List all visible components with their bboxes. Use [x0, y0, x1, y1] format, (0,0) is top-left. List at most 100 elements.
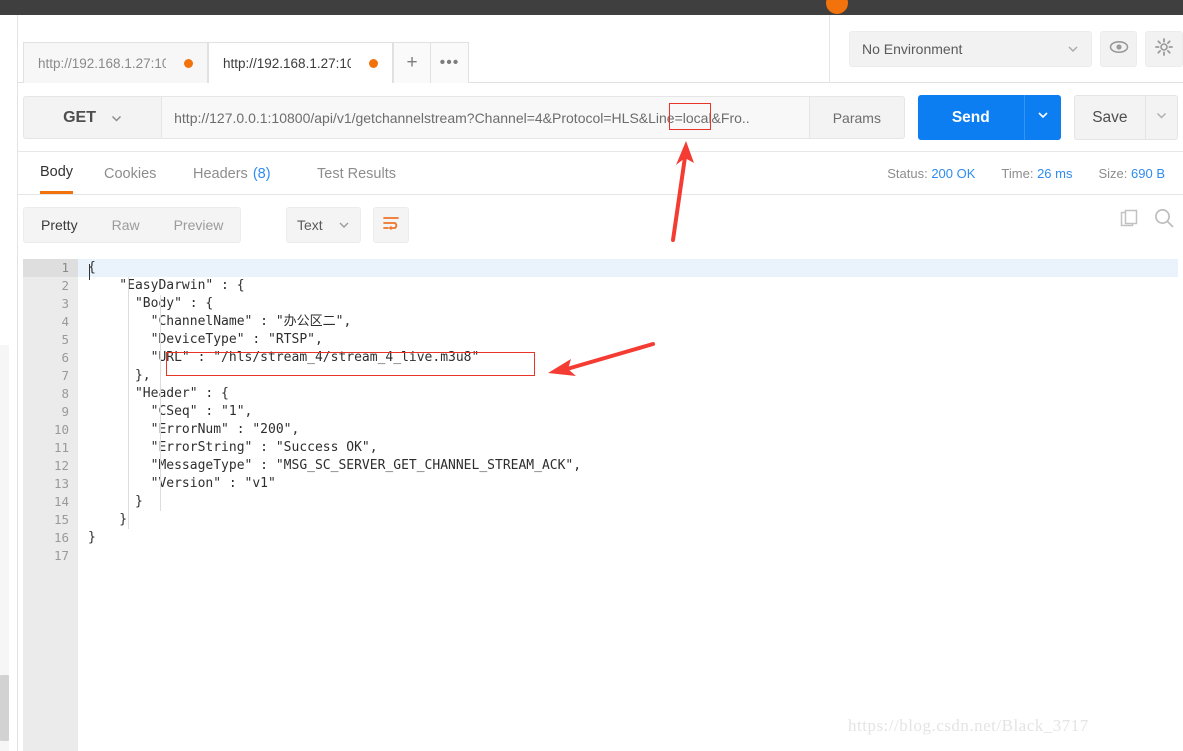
code-line: "ErrorString" : "Success OK", [88, 440, 378, 455]
response-language-selector[interactable]: Text [286, 207, 361, 243]
code-line: { [78, 259, 1178, 277]
gear-icon [1155, 37, 1174, 61]
postman-window: http://192.168.1.27:10 http://192.168.1.… [0, 0, 1183, 751]
format-pretty-button[interactable]: Pretty [24, 207, 95, 243]
sidebar-scrollbar-track[interactable] [0, 345, 9, 751]
postman-logo-icon [826, 0, 848, 14]
chevron-down-icon [110, 112, 122, 124]
size-label: Size: [1098, 166, 1128, 181]
tab-headers-label: Headers [193, 165, 248, 182]
copy-button[interactable] [1120, 209, 1139, 233]
code-line: } [88, 512, 128, 527]
code-line: "ErrorNum" : "200", [88, 422, 300, 437]
line-number: 7 [61, 368, 69, 383]
status-value: 200 OK [931, 166, 976, 181]
word-wrap-button[interactable] [373, 207, 409, 243]
eye-icon [1109, 40, 1129, 59]
request-url-bar: GET http://127.0.0.1:10800/api/v1/getcha… [18, 84, 1183, 152]
chevron-down-icon [1155, 109, 1168, 127]
line-number: 9 [61, 404, 69, 419]
tab-headers[interactable]: Headers (8) [193, 153, 271, 194]
response-language-label: Text [297, 217, 323, 233]
settings-button[interactable] [1145, 31, 1183, 67]
line-number: 3 [61, 296, 69, 311]
environment-selected-label: No Environment [862, 41, 963, 57]
indent-guide [160, 295, 161, 511]
request-tab-1-label: http://192.168.1.27:10 [38, 55, 166, 71]
line-number: 10 [53, 422, 69, 437]
code-line: } [88, 494, 143, 509]
code-line: "Version" : "v1" [88, 476, 276, 491]
code-line: }, [88, 368, 151, 383]
line-number: 4 [61, 314, 69, 329]
tab-test-results-label: Test Results [317, 165, 396, 182]
code-line: "MessageType" : "MSG_SC_SERVER_GET_CHANN… [88, 458, 582, 473]
line-number: 2 [61, 278, 69, 293]
status-group: Status: 200 OK [887, 166, 975, 181]
environment-quick-look-button[interactable] [1099, 31, 1138, 67]
line-number: 15 [53, 512, 69, 527]
send-button[interactable]: Send [917, 95, 1024, 140]
http-method-selector[interactable]: GET [23, 96, 162, 139]
params-button[interactable]: Params [809, 96, 905, 139]
line-number-gutter: 1 2 3 4 5 6 7 8 9 10 11 12 13 14 15 16 17 [23, 259, 78, 751]
response-actions [1120, 207, 1175, 234]
size-group: Size: 690 B [1098, 166, 1165, 181]
chevron-down-icon [1067, 43, 1079, 55]
tab-body-label: Body [40, 164, 74, 180]
copy-icon [1120, 209, 1139, 233]
text-caret [89, 264, 90, 280]
request-tab-1[interactable]: http://192.168.1.27:10 [23, 42, 208, 83]
watermark-text: https://blog.csdn.net/Black_3717 [848, 716, 1089, 735]
url-input[interactable]: http://127.0.0.1:10800/api/v1/getchannel… [161, 96, 810, 139]
code-line: "Body" : { [88, 296, 214, 311]
send-options-button[interactable] [1023, 95, 1061, 140]
line-number: 16 [53, 530, 69, 545]
search-button[interactable] [1153, 207, 1175, 234]
response-body-editor[interactable]: 1 2 3 4 5 6 7 8 9 10 11 12 13 14 15 16 17 { "EasyDarwin"… [18, 254, 1183, 751]
environment-area: No Environment [831, 15, 1183, 83]
tab-test-results[interactable]: Test Results [317, 153, 396, 194]
response-body-code[interactable]: { "EasyDarwin" : { "Body" : { "ChannelNa… [78, 259, 1178, 751]
tab-cookies-label: Cookies [104, 165, 157, 182]
line-number: 17 [53, 548, 69, 563]
time-label: Time: [1001, 166, 1034, 181]
response-tab-bar: Body Cookies Headers (8) Test Results St… [18, 153, 1183, 195]
response-meta: Status: 200 OK Time: 26 ms Size: 690 B [861, 153, 1165, 194]
status-label: Status: [887, 166, 928, 181]
new-tab-button[interactable]: + [393, 42, 431, 83]
tab-headers-count: (8) [252, 165, 271, 182]
word-wrap-icon [382, 215, 400, 236]
time-value: 26 ms [1037, 166, 1073, 181]
format-preview-button[interactable]: Preview [157, 207, 241, 243]
request-tab-2[interactable]: http://192.168.1.27:10 [208, 42, 393, 83]
save-button[interactable]: Save [1073, 95, 1146, 140]
request-tab-2-label: http://192.168.1.27:10 [223, 55, 351, 71]
code-line: "URL" : "/hls/stream_4/stream_4_live.m3u… [88, 350, 480, 365]
url-input-value: http://127.0.0.1:10800/api/v1/getchannel… [174, 109, 750, 126]
code-line: "ChannelName" : "办公区二", [88, 314, 352, 329]
unsaved-dot-icon [369, 58, 378, 68]
line-number: 12 [53, 458, 69, 473]
tab-cookies[interactable]: Cookies [104, 153, 156, 194]
save-options-button[interactable] [1145, 95, 1179, 140]
format-raw-button[interactable]: Raw [95, 207, 157, 243]
sidebar-scrollbar-thumb[interactable] [0, 675, 9, 741]
environment-selector[interactable]: No Environment [849, 31, 1092, 67]
unsaved-dot-icon [184, 58, 193, 68]
chevron-down-icon [1036, 108, 1050, 127]
line-number: 14 [53, 494, 69, 509]
code-line: "DeviceType" : "RTSP", [88, 332, 323, 347]
indent-guide [128, 277, 129, 529]
size-value: 690 B [1131, 166, 1165, 181]
line-number: 13 [53, 476, 69, 491]
tab-options-button[interactable]: ••• [431, 42, 469, 83]
tab-body[interactable]: Body [40, 153, 74, 194]
line-number: 8 [61, 386, 69, 401]
format-mode-group: Pretty Raw Preview [23, 207, 242, 243]
line-number: 5 [61, 332, 69, 347]
line-number: 1 [23, 259, 78, 277]
search-icon [1153, 207, 1175, 234]
line-number: 11 [53, 440, 69, 455]
